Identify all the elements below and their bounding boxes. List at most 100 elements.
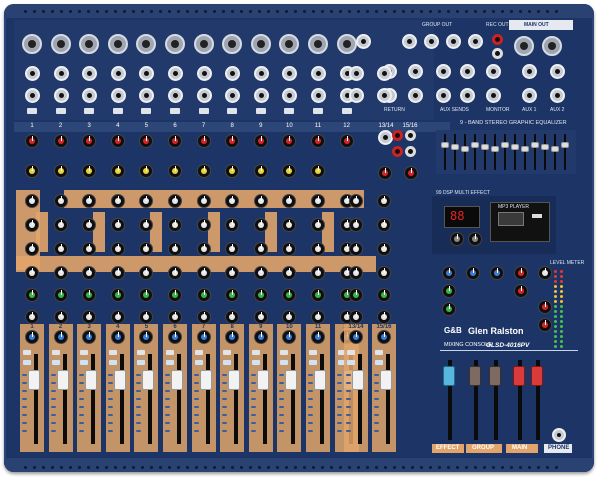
xlr-input-9[interactable] <box>250 34 271 54</box>
channel-6-knob-7[interactable] <box>168 288 182 302</box>
stereo-0-knob-8[interactable] <box>349 310 363 324</box>
fader-pan-knob-9[interactable] <box>253 330 268 344</box>
phantom-switch-1[interactable] <box>27 108 37 114</box>
stereo-1-knob-8[interactable] <box>377 310 391 324</box>
master-fader-4[interactable] <box>513 366 525 386</box>
xlr-input-2[interactable] <box>50 34 71 54</box>
aux-send-jack-2[interactable] <box>460 64 475 79</box>
channel-9-knob-1[interactable] <box>253 134 268 148</box>
solo-button-14[interactable] <box>375 360 383 365</box>
channel-fader-6[interactable] <box>171 370 183 390</box>
solo-button-5[interactable] <box>137 360 146 365</box>
phantom-switch-7[interactable] <box>198 108 209 114</box>
xlr-input-12[interactable] <box>336 34 357 54</box>
channel-fader-7[interactable] <box>199 370 212 390</box>
stereo-1-knob-7[interactable] <box>377 288 391 302</box>
channel-5-knob-1[interactable] <box>139 134 154 148</box>
phantom-switch-6[interactable] <box>170 108 180 114</box>
mute-button-2[interactable] <box>51 350 60 355</box>
channel-7-knob-3[interactable] <box>196 194 211 208</box>
graphic-eq-slider[interactable] <box>551 146 559 152</box>
master-fader-3[interactable] <box>489 366 501 386</box>
channel-6-knob-5[interactable] <box>168 242 182 256</box>
aux-out-jack-2[interactable] <box>550 64 565 79</box>
stereo-1-knob-3[interactable] <box>377 194 391 208</box>
stereo-line-0-a[interactable] <box>349 66 364 81</box>
rec-out-rca-right[interactable] <box>492 48 503 59</box>
aux-out-jack-1[interactable] <box>522 64 537 79</box>
channel-2-knob-3[interactable] <box>53 194 68 208</box>
mute-button-9[interactable] <box>251 350 260 355</box>
channel-11-knob-7[interactable] <box>311 288 325 302</box>
channel-2-knob-6[interactable] <box>53 266 68 280</box>
line-input-6[interactable] <box>168 66 183 81</box>
phantom-switch-11[interactable] <box>313 108 323 114</box>
channel-2-knob-1[interactable] <box>53 134 68 148</box>
master-knob-3[interactable] <box>442 302 456 316</box>
channel-1-knob-8[interactable] <box>25 310 39 324</box>
master-fader-5[interactable] <box>531 366 543 386</box>
channel-6-knob-1[interactable] <box>168 134 182 148</box>
fader-pan-knob-6[interactable] <box>168 330 182 344</box>
stereo-0-knob-5[interactable] <box>349 242 363 256</box>
phantom-switch-5[interactable] <box>141 108 152 114</box>
channel-7-knob-5[interactable] <box>196 242 211 256</box>
monitor-jack-1[interactable] <box>486 64 501 79</box>
solo-button-10[interactable] <box>280 360 289 365</box>
solo-button-13[interactable] <box>347 360 355 365</box>
mute-button-6[interactable] <box>166 350 174 355</box>
channel-9-knob-4[interactable] <box>253 218 268 232</box>
channel-7-knob-7[interactable] <box>196 288 211 302</box>
channel-11-knob-6[interactable] <box>311 266 325 280</box>
main-out-xlr-right[interactable] <box>542 36 562 56</box>
master-knob-1[interactable] <box>442 266 456 280</box>
graphic-eq-slider[interactable] <box>561 142 569 148</box>
channel-11-knob-4[interactable] <box>311 218 325 232</box>
line-input-11[interactable] <box>311 66 326 81</box>
channel-7-knob-6[interactable] <box>196 266 211 280</box>
channel-1-knob-2[interactable] <box>25 164 39 178</box>
solo-button-8[interactable] <box>223 360 232 365</box>
xlr-input-7[interactable] <box>193 34 214 54</box>
channel-10-knob-4[interactable] <box>282 218 297 232</box>
channel-3-knob-5[interactable] <box>82 242 97 256</box>
phantom-switch-9[interactable] <box>255 108 266 114</box>
channel-6-knob-6[interactable] <box>168 266 182 280</box>
master-knob-8[interactable] <box>538 266 552 280</box>
channel-2-knob-8[interactable] <box>53 310 68 324</box>
master-knob-10[interactable] <box>538 318 552 332</box>
channel-5-knob-8[interactable] <box>139 310 154 324</box>
mute-button-8[interactable] <box>223 350 232 355</box>
fader-pan-knob-4[interactable] <box>110 330 125 344</box>
channel-8-knob-6[interactable] <box>225 266 240 280</box>
channel-fader-3[interactable] <box>85 370 98 390</box>
channel-10-knob-7[interactable] <box>282 288 297 302</box>
channel-8-knob-5[interactable] <box>225 242 240 256</box>
stereo-0-knob-3[interactable] <box>349 194 363 208</box>
stereo-rca-13-left[interactable] <box>392 130 403 141</box>
channel-fader-4[interactable] <box>113 370 126 390</box>
mute-button-3[interactable] <box>80 350 89 355</box>
line-input-2[interactable] <box>53 66 69 81</box>
xlr-input-11[interactable] <box>308 34 328 54</box>
channel-9-knob-8[interactable] <box>253 310 268 324</box>
master-knob-2[interactable] <box>442 284 456 298</box>
graphic-eq-slider[interactable] <box>501 142 509 148</box>
channel-10-knob-1[interactable] <box>282 134 297 148</box>
channel-fader-14[interactable] <box>380 370 392 390</box>
channel-6-knob-2[interactable] <box>168 164 182 178</box>
return-jack-4[interactable] <box>408 88 423 103</box>
channel-4-knob-5[interactable] <box>110 242 125 256</box>
line-input-7[interactable] <box>196 66 212 81</box>
stereo-0-knob-4[interactable] <box>349 218 363 232</box>
stereo-rca-15-right[interactable] <box>405 146 416 157</box>
insert-9[interactable] <box>253 88 269 103</box>
channel-8-knob-1[interactable] <box>225 134 240 148</box>
stereo-1-knob-6[interactable] <box>377 266 391 280</box>
monitor-jack-2[interactable] <box>486 88 501 103</box>
channel-10-knob-6[interactable] <box>282 266 297 280</box>
channel-4-knob-1[interactable] <box>110 134 125 148</box>
usb-port[interactable] <box>532 214 542 218</box>
line-input-1[interactable] <box>25 66 40 81</box>
extra-input-1[interactable] <box>356 34 371 49</box>
